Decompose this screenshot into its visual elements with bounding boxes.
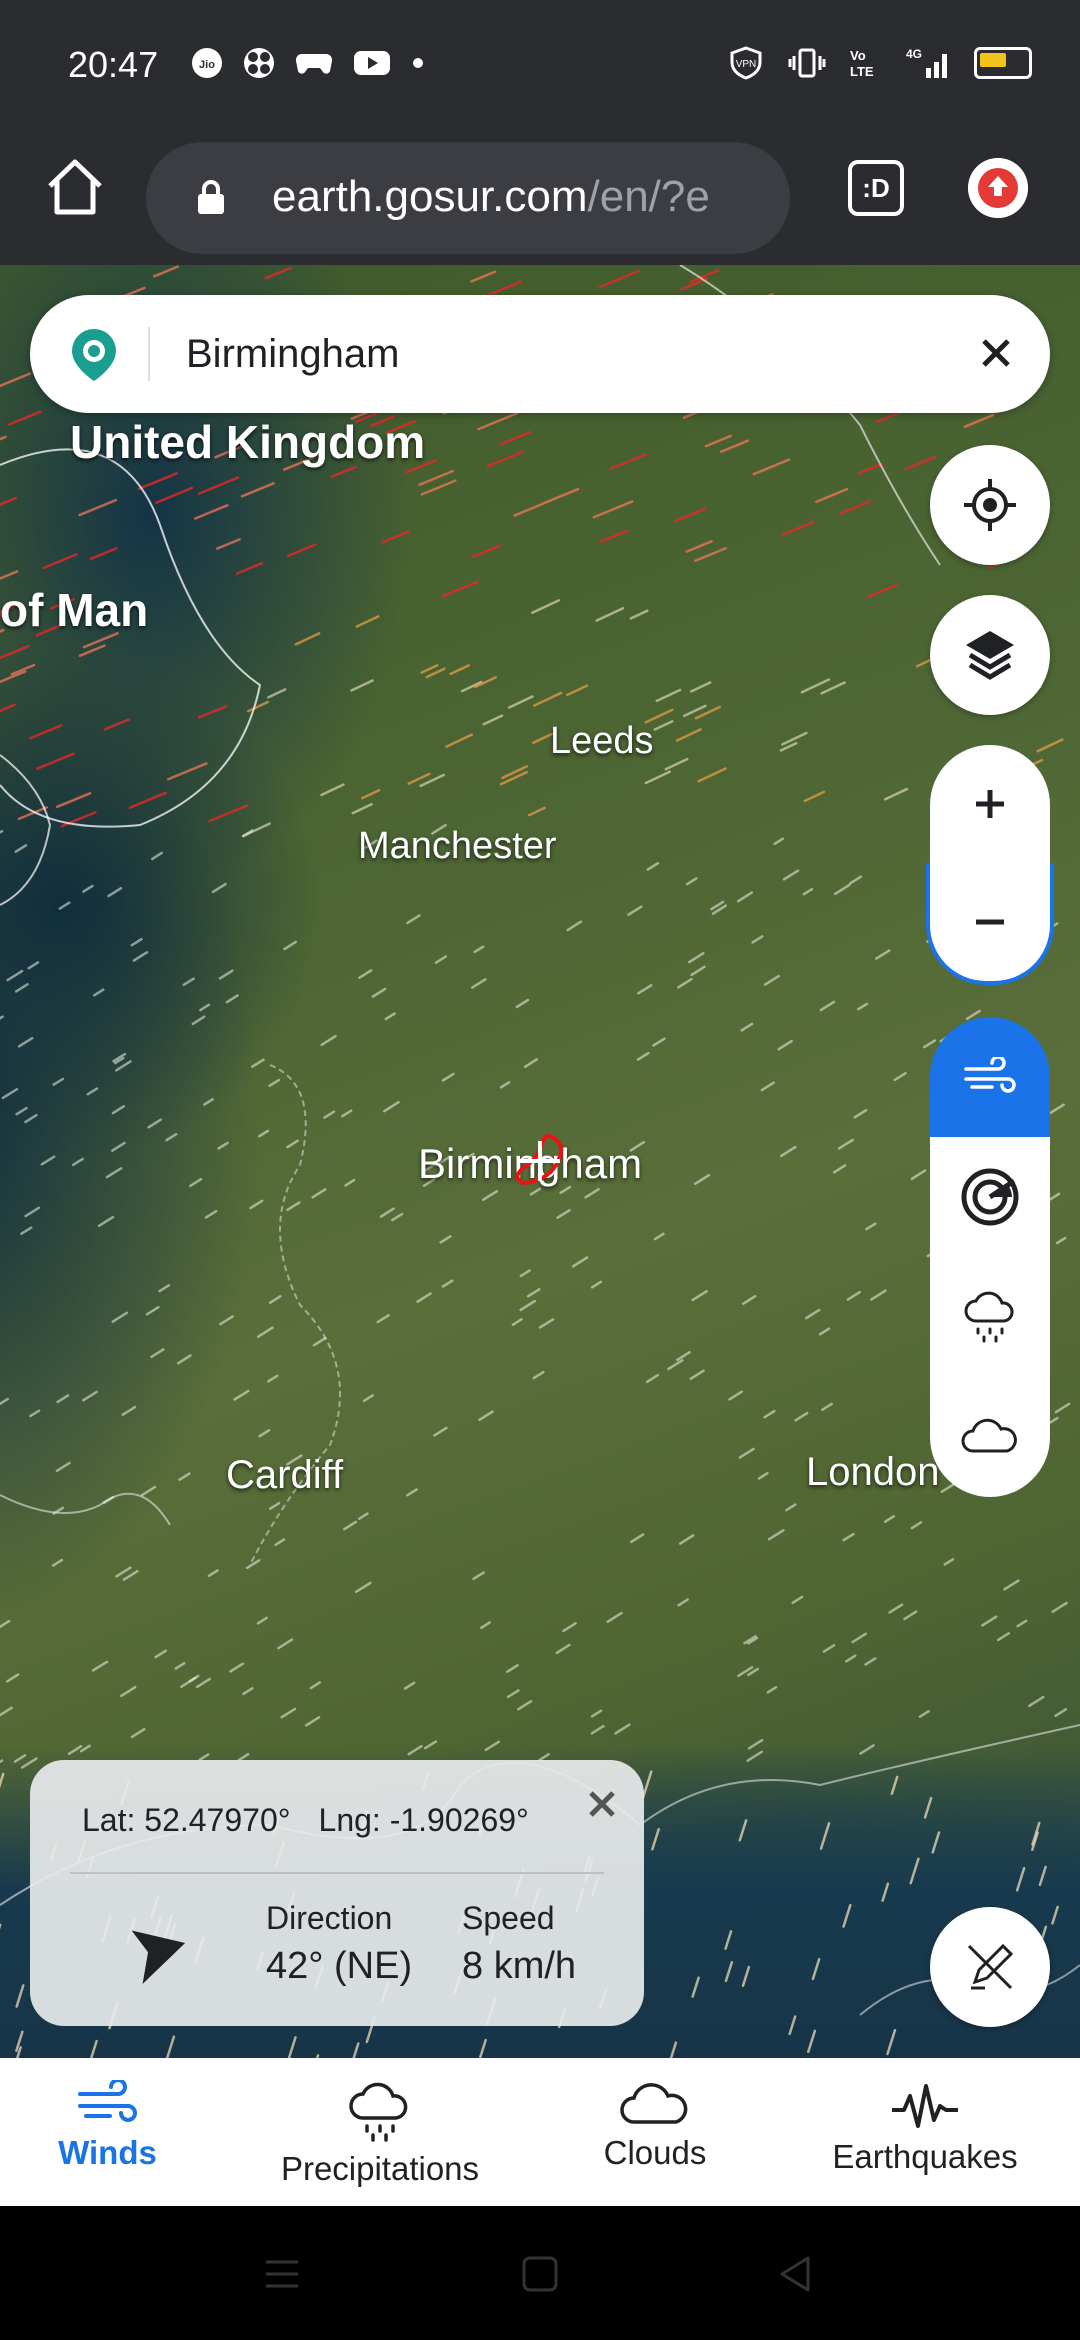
status-right-icons: VPN Vo LTE 4G <box>726 46 1032 80</box>
speed-value: 8 km/h <box>462 1945 577 1987</box>
seismograph-icon <box>892 2084 958 2128</box>
nav-winds[interactable]: Winds <box>40 2058 175 2206</box>
map-label-cardiff[interactable]: Cardiff <box>226 1453 343 1498</box>
zoom-in-button[interactable] <box>930 745 1050 863</box>
map-label-isle-of-man[interactable]: of Man <box>0 583 148 637</box>
locate-icon <box>964 479 1016 531</box>
weather-layer-switcher <box>930 1017 1050 1497</box>
clouds-layer-button[interactable] <box>930 1377 1050 1497</box>
zoom-controls <box>926 745 1054 985</box>
update-icon[interactable] <box>968 158 1028 218</box>
wind-icon <box>964 1057 1016 1093</box>
dot-icon <box>413 58 423 68</box>
layers-button[interactable] <box>930 595 1050 715</box>
svg-text:Jio: Jio <box>199 59 215 71</box>
latitude-value: Lat: 52.47970° <box>82 1802 291 1838</box>
battery-icon <box>974 47 1032 79</box>
plus-icon <box>976 790 1004 818</box>
nav-precipitations[interactable]: Precipitations <box>270 2058 490 2206</box>
svg-text:VPN: VPN <box>736 59 757 70</box>
vibrate-icon <box>788 48 826 78</box>
nav-earthquakes[interactable]: Earthquakes <box>830 2058 1020 2206</box>
svg-text:4G: 4G <box>906 47 922 61</box>
draw-button[interactable] <box>930 1907 1050 2027</box>
cloud-icon <box>961 1418 1017 1453</box>
volte-icon: VoLTE <box>850 48 874 79</box>
radar-layer-button[interactable] <box>930 1137 1050 1257</box>
minus-icon <box>976 919 1004 925</box>
nav-label: Earthquakes <box>832 2138 1018 2175</box>
nav-label: Precipitations <box>280 2150 480 2187</box>
lock-icon <box>198 180 224 214</box>
url-text[interactable]: earth.gosur.com/en/?e <box>272 172 772 222</box>
nav-label: Clouds <box>603 2134 707 2171</box>
map-pin-logo-icon[interactable] <box>64 325 124 385</box>
direction-value: 42° (NE) <box>266 1945 413 1987</box>
coordinates: Lat: 52.47970° Lng: -1.90269° <box>82 1802 529 1839</box>
home-icon[interactable] <box>40 152 110 222</box>
location-marker-icon <box>515 1133 564 1186</box>
map-label-leeds[interactable]: Leeds <box>550 720 654 763</box>
status-bar: 20:47 Jio VPN Vo LTE 4G <box>0 0 1080 130</box>
layers-icon <box>966 631 1014 680</box>
wind-layer-button[interactable] <box>930 1017 1050 1137</box>
rain-cloud-icon <box>349 2082 408 2142</box>
status-time: 20:47 <box>68 44 159 85</box>
speed-label: Speed <box>462 1900 555 1936</box>
vpn-icon: VPN <box>730 46 762 80</box>
svg-text:Vo: Vo <box>850 48 866 63</box>
signal-4g-icon: 4G <box>906 47 947 78</box>
close-icon[interactable] <box>976 333 1016 373</box>
bottom-navigation: Winds Precipitations Clouds Earthquakes <box>0 2058 1080 2206</box>
search-divider <box>148 327 150 381</box>
svg-text:LTE: LTE <box>850 64 874 79</box>
rain-cloud-icon <box>964 1291 1014 1343</box>
status-left-icons: Jio <box>190 46 426 80</box>
longitude-value: Lng: -1.90269° <box>318 1802 529 1838</box>
map-label-united-kingdom[interactable]: United Kingdom <box>70 415 425 469</box>
fan-icon <box>244 48 274 78</box>
cloud-icon <box>620 2083 688 2124</box>
jio-icon: Jio <box>192 48 222 78</box>
nav-clouds[interactable]: Clouds <box>590 2058 720 2206</box>
browser-toolbar: earth.gosur.com/en/?e :D <box>0 130 1080 265</box>
point-info-card: Lat: 52.47970° Lng: -1.90269° Direction 4… <box>30 1760 644 2026</box>
system-navigation-bar <box>0 2206 1080 2340</box>
radar-icon <box>961 1168 1019 1226</box>
locate-button[interactable] <box>930 445 1050 565</box>
nav-label: Winds <box>58 2134 157 2171</box>
search-input[interactable] <box>186 325 946 383</box>
map-label-manchester[interactable]: Manchester <box>358 825 557 868</box>
home-square-icon[interactable] <box>520 2254 560 2294</box>
url-path: /en/?e <box>587 172 710 221</box>
gamepad-icon <box>295 53 333 74</box>
precipitation-layer-button[interactable] <box>930 1257 1050 1377</box>
zoom-out-button[interactable] <box>926 863 1054 985</box>
url-host: earth.gosur.com <box>272 172 588 221</box>
url-bar[interactable]: earth.gosur.com/en/?e <box>146 142 790 254</box>
direction-label: Direction <box>266 1900 393 1936</box>
draw-off-icon <box>967 1943 1014 1990</box>
recents-menu-icon[interactable] <box>262 2256 302 2292</box>
close-icon[interactable] <box>584 1786 620 1822</box>
tab-switcher-button[interactable]: :D <box>848 160 904 216</box>
wind-direction-arrow-icon <box>131 1930 186 1985</box>
map-label-london[interactable]: London <box>806 1450 939 1495</box>
card-divider <box>70 1872 604 1874</box>
back-triangle-icon[interactable] <box>776 2254 816 2294</box>
map-view[interactable]: United Kingdom of Man Leeds Manchester B… <box>0 265 1080 2058</box>
search-bar <box>30 295 1050 413</box>
wind-icon <box>77 2080 137 2122</box>
youtube-icon <box>354 51 390 75</box>
